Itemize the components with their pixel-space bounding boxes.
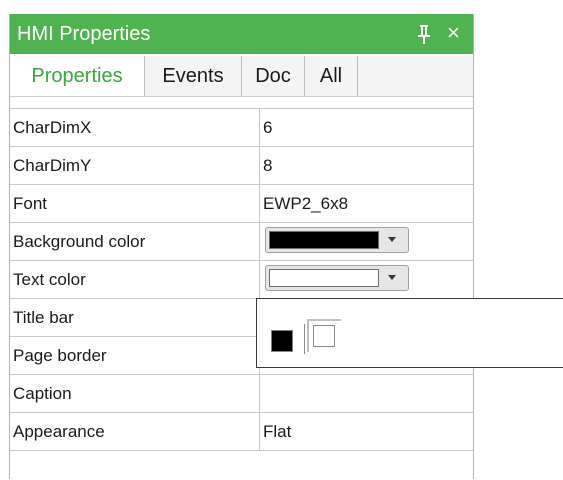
hmi-properties-panel: HMI Properties × Properties Events Doc A… bbox=[9, 14, 474, 479]
chevron-down-icon bbox=[388, 237, 396, 242]
palette-divider bbox=[304, 324, 305, 354]
tab-bar: Properties Events Doc All bbox=[10, 56, 473, 96]
property-row-caption[interactable]: Caption bbox=[10, 374, 473, 412]
color-swatch bbox=[269, 269, 379, 287]
tab-all[interactable]: All bbox=[305, 56, 357, 96]
property-row-appearance[interactable]: Appearance Flat bbox=[10, 412, 473, 450]
property-value[interactable]: 6 bbox=[259, 109, 473, 146]
tab-bar-underline bbox=[10, 96, 473, 97]
property-name: Background color bbox=[13, 232, 146, 251]
property-value[interactable] bbox=[259, 375, 473, 412]
background-color-picker[interactable] bbox=[265, 227, 409, 253]
property-name: CharDimX bbox=[13, 118, 92, 137]
panel-title: HMI Properties bbox=[17, 23, 151, 45]
tab-bar-filler bbox=[358, 56, 473, 96]
chevron-down-icon bbox=[388, 275, 396, 280]
property-name: Page border bbox=[13, 346, 107, 365]
property-row-chardimx[interactable]: CharDimX 6 bbox=[10, 108, 473, 146]
panel-titlebar: HMI Properties × bbox=[10, 14, 473, 54]
property-name: Caption bbox=[13, 384, 72, 403]
tab-events[interactable]: Events bbox=[145, 56, 241, 96]
close-icon[interactable]: × bbox=[447, 20, 460, 46]
palette-black-swatch[interactable] bbox=[271, 330, 293, 352]
tab-properties[interactable]: Properties bbox=[10, 56, 144, 96]
property-grid-empty-row bbox=[10, 450, 473, 480]
color-swatch bbox=[269, 231, 379, 249]
color-palette-popup bbox=[256, 298, 563, 368]
property-name: Font bbox=[13, 194, 48, 213]
property-row-chardimy[interactable]: CharDimY 8 bbox=[10, 146, 473, 184]
property-name: Title bar bbox=[13, 308, 74, 327]
property-value[interactable]: EWP2_6x8 bbox=[259, 185, 473, 222]
palette-white-swatch[interactable] bbox=[307, 319, 341, 352]
palette-white-swatch-inner bbox=[313, 325, 335, 347]
tab-doc[interactable]: Doc bbox=[242, 56, 304, 96]
text-color-picker[interactable] bbox=[265, 265, 409, 291]
property-name: CharDimY bbox=[13, 156, 92, 175]
property-row-font[interactable]: Font EWP2_6x8 bbox=[10, 184, 473, 222]
property-name: Appearance bbox=[13, 422, 105, 441]
pin-icon[interactable] bbox=[414, 22, 434, 46]
property-name: Text color bbox=[13, 270, 86, 289]
property-value[interactable]: Flat bbox=[259, 413, 473, 450]
property-value[interactable]: 8 bbox=[259, 147, 473, 184]
